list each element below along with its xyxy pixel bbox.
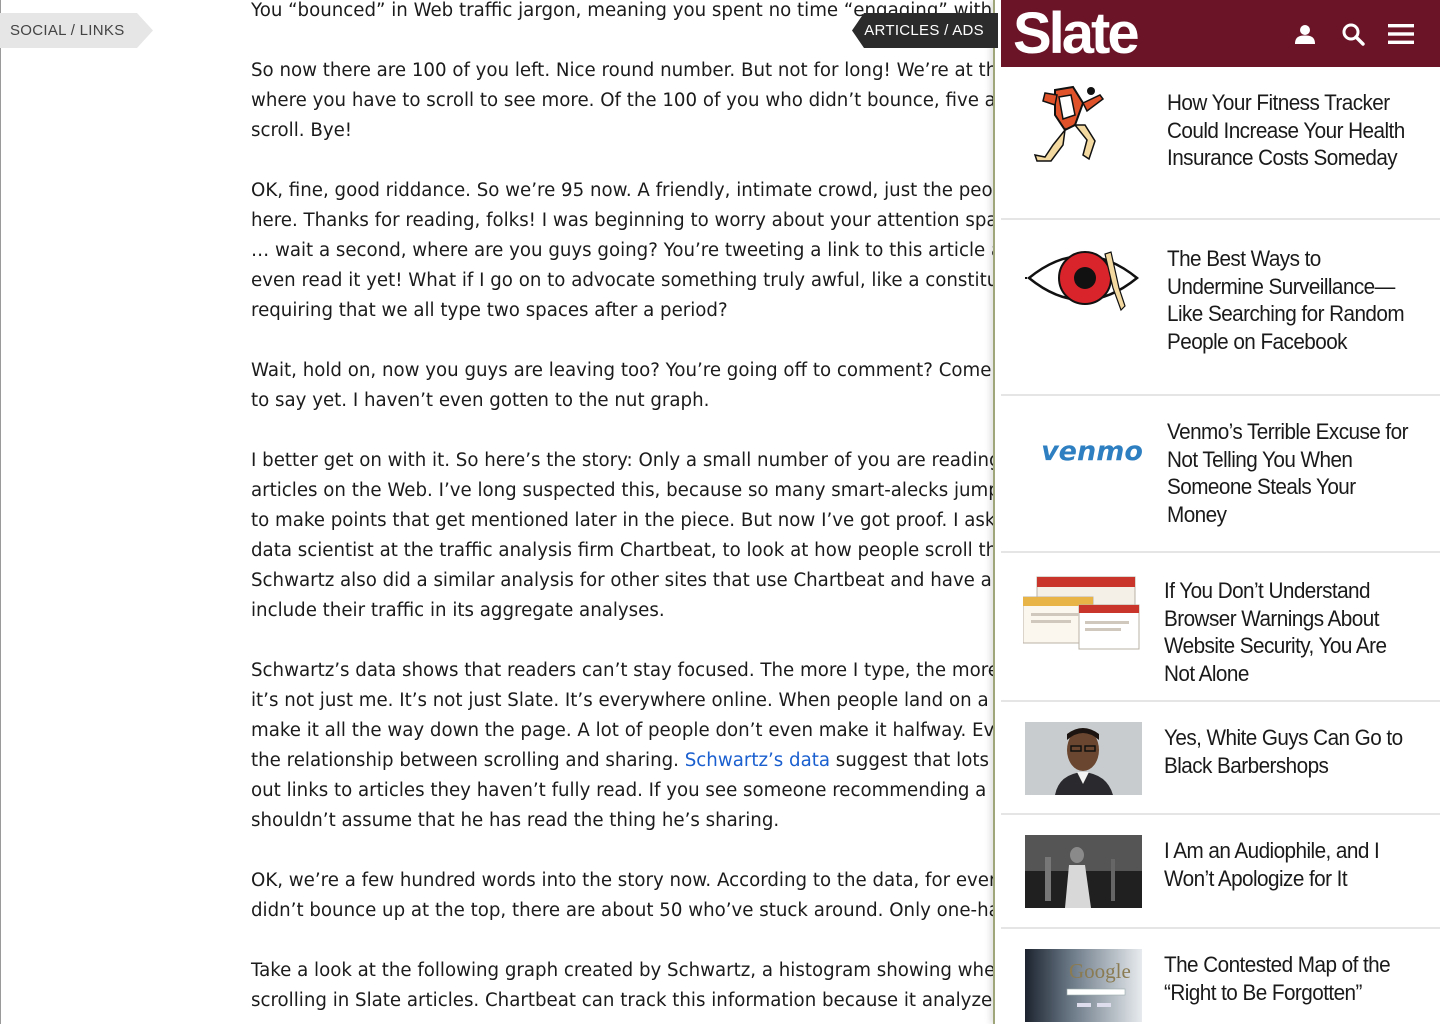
article-line: requiring that we all type two spaces af…	[251, 300, 728, 321]
eye-illustration-thumb	[1025, 240, 1141, 316]
panel-header: Slate	[1001, 0, 1440, 67]
list-item[interactable]: Google The Contested Map of the “Right t…	[1001, 929, 1440, 1024]
list-item[interactable]: The Best Ways to Undermine Surveillance—…	[1001, 220, 1440, 396]
article-line: it’s not just me. It’s not just Slate. I…	[251, 690, 1023, 711]
schwartz-data-link[interactable]: Schwartz’s data	[685, 750, 830, 771]
article-line: scroll. Bye!	[251, 120, 353, 141]
article-line: Wait, hold on, now you guys are leaving …	[251, 360, 992, 381]
social-links-label: SOCIAL / LINKS	[10, 22, 125, 39]
articles-panel: Slate How Your Fitness Tracker Could Inc…	[993, 0, 1440, 1024]
portrait-photo-thumb	[1025, 722, 1142, 795]
headline[interactable]: Yes, White Guys Can Go to Black Barbersh…	[1164, 724, 1412, 779]
headline[interactable]: Venmo’s Terrible Excuse for Not Telling …	[1167, 418, 1415, 528]
article-line: didn’t bounce up at the top, there are a…	[251, 900, 1000, 921]
article-text: suggest that lots o	[830, 750, 1006, 771]
article-line: OK, fine, good riddance. So we’re 95 now…	[251, 180, 1005, 201]
article-line: So now there are 100 of you left. Nice r…	[251, 60, 1009, 81]
search-icon[interactable]	[1339, 20, 1367, 48]
article-line: even read it yet! What if I go on to adv…	[251, 270, 1011, 291]
headline[interactable]: The Contested Map of the “Right to Be Fo…	[1164, 951, 1412, 1006]
headline[interactable]: If You Don’t Understand Browser Warnings…	[1164, 577, 1412, 687]
google-photo-thumb: Google	[1025, 949, 1142, 1022]
runner-illustration-thumb	[1025, 85, 1125, 165]
browser-warnings-thumb	[1023, 575, 1143, 651]
page-border	[0, 0, 1, 1024]
article-line: OK, we’re a few hundred words into the s…	[251, 870, 997, 891]
article-line: Take a look at the following graph creat…	[251, 960, 1003, 981]
list-item[interactable]: I Am an Audiophile, and I Won’t Apologiz…	[1001, 815, 1440, 929]
article-paragraph: Take a look at the following graph creat…	[251, 956, 1015, 1016]
headline[interactable]: How Your Fitness Tracker Could Increase …	[1167, 89, 1415, 172]
performer-photo-thumb	[1025, 835, 1142, 908]
headline[interactable]: I Am an Audiophile, and I Won’t Apologiz…	[1164, 837, 1412, 892]
article-line: … wait a second, where are you guys goin…	[251, 240, 1003, 261]
article-line: articles on the Web. I’ve long suspected…	[251, 480, 1000, 501]
article-line: make it all the way down the page. A lot…	[251, 720, 1006, 741]
article-paragraph: I better get on with it. So here’s the s…	[251, 446, 1016, 626]
article-paragraph: Wait, hold on, now you guys are leaving …	[251, 356, 1011, 416]
google-logo: Google	[1069, 959, 1131, 983]
articles-ads-tab[interactable]: ARTICLES / ADS	[852, 13, 998, 48]
headline[interactable]: The Best Ways to Undermine Surveillance—…	[1167, 245, 1415, 355]
article-body: You “bounced” in Web traffic jargon, mea…	[251, 0, 1023, 1024]
article-line: where you have to scroll to see more. Of…	[251, 90, 1004, 111]
slate-logo[interactable]: Slate	[1013, 0, 1140, 67]
venmo-logo-thumb: venmo	[1027, 426, 1157, 476]
article-line: I better get on with it. So here’s the s…	[251, 450, 1001, 471]
list-item[interactable]: Yes, White Guys Can Go to Black Barbersh…	[1001, 702, 1440, 815]
article-line: scrolling in Slate articles. Chartbeat c…	[251, 990, 1015, 1011]
venmo-logo: venmo	[1041, 435, 1143, 467]
list-item[interactable]: How Your Fitness Tracker Could Increase …	[1001, 67, 1440, 220]
article-line: Schwartz’s data shows that readers can’t…	[251, 660, 1016, 681]
articles-ads-label: ARTICLES / ADS	[864, 22, 984, 39]
article-line: shouldn’t assume that he has read the th…	[251, 810, 780, 831]
list-item[interactable]: venmo Venmo’s Terrible Excuse for Not Te…	[1001, 396, 1440, 553]
article-list: How Your Fitness Tracker Could Increase …	[1001, 67, 1440, 1024]
menu-icon[interactable]	[1387, 20, 1415, 48]
article-line: out links to articles they haven’t fully…	[251, 780, 1009, 801]
article-line: the relationship between scrolling and s…	[251, 746, 1011, 776]
article-text: the relationship between scrolling and s…	[251, 750, 685, 771]
article-line: data scientist at the traffic analysis f…	[251, 540, 1016, 561]
article-line: here. Thanks for reading, folks! I was b…	[251, 210, 1010, 231]
article-paragraph: So now there are 100 of you left. Nice r…	[251, 56, 1011, 146]
article-line: to make points that get mentioned later …	[251, 510, 1006, 531]
user-icon[interactable]	[1291, 20, 1319, 48]
article-paragraph: Schwartz’s data shows that readers can’t…	[251, 656, 1023, 836]
article-line: Schwartz also did a similar analysis for…	[251, 570, 1014, 591]
article-paragraph: OK, fine, good riddance. So we’re 95 now…	[251, 176, 1011, 326]
social-links-tab[interactable]: SOCIAL / LINKS	[0, 13, 153, 48]
article-paragraph: OK, we’re a few hundred words into the s…	[251, 866, 1011, 926]
article-line: include their traffic in its aggregate a…	[251, 600, 665, 621]
list-item[interactable]: If You Don’t Understand Browser Warnings…	[1001, 553, 1440, 702]
article-line: to say yet. I haven’t even gotten to the…	[251, 390, 710, 411]
